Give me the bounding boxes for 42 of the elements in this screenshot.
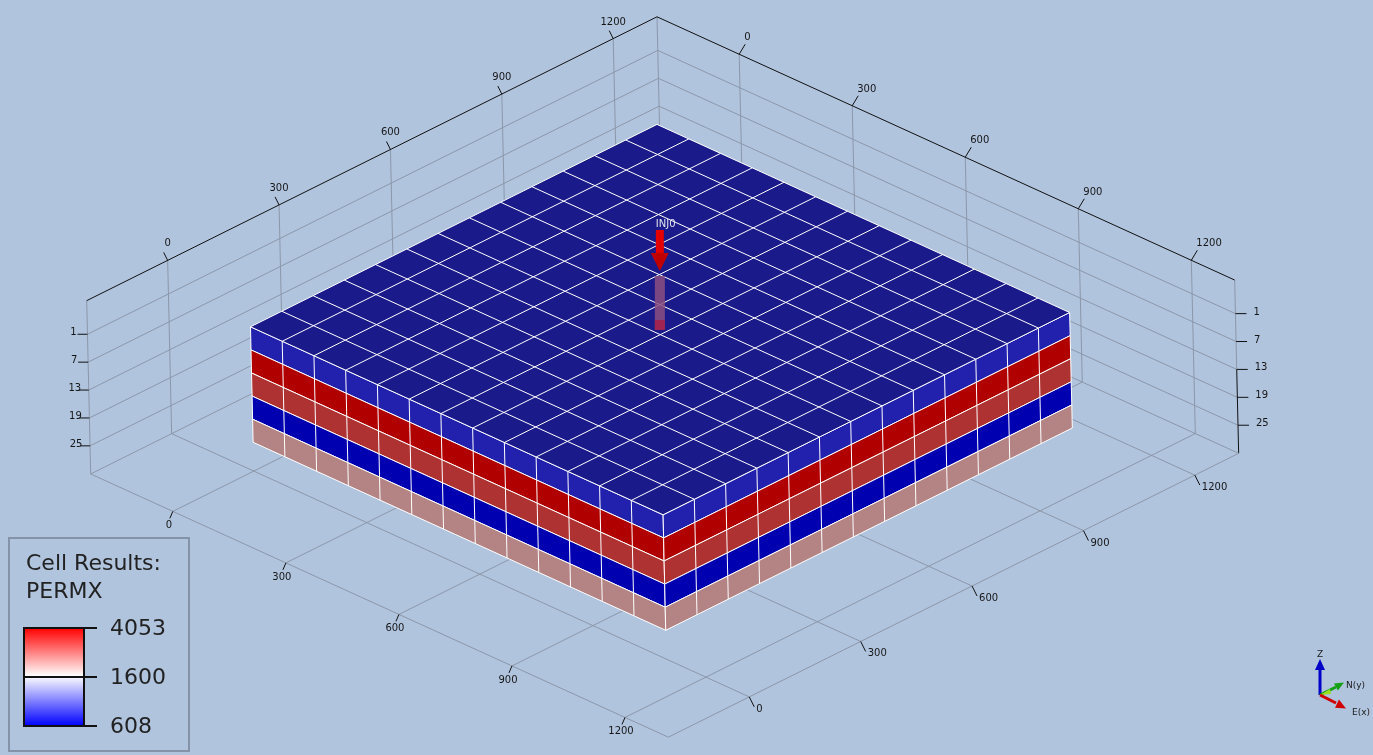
layer-tick-label: 19 [1255, 389, 1269, 401]
axis-tick-label: 600 [970, 134, 990, 146]
axis-tick-label: 0 [164, 237, 171, 249]
axis-tick-label: 300 [272, 570, 292, 582]
axis-tick-label: 900 [492, 71, 512, 83]
axis-north-label: N(y) [1346, 680, 1366, 690]
axis-tick-label: 900 [1090, 536, 1110, 548]
axis-tick-label: 900 [1083, 185, 1103, 197]
axis-tick-label: 900 [498, 673, 518, 685]
legend-title: Cell Results: [26, 549, 161, 577]
axis-tick-label: 0 [744, 31, 751, 43]
axis-tick-label: 1200 [600, 15, 626, 27]
legend-property: PERMX [26, 577, 103, 605]
axis-tick-label: 300 [867, 647, 887, 659]
axis-tick-label: 600 [979, 592, 999, 603]
layer-tick-label: 25 [1256, 417, 1269, 429]
axis-east-label: E(x) [1352, 707, 1371, 717]
well-label: INJ0 [655, 217, 676, 229]
pipe-icon [654, 275, 665, 330]
layer-tick-label: 7 [70, 354, 78, 366]
axis-tick-label: 0 [756, 702, 763, 714]
scale-value-label: 4053 [110, 615, 166, 641]
axis-z-label: Z [1316, 649, 1324, 659]
layer-tick-label: 1 [70, 326, 77, 338]
layer-tick-label: 25 [69, 437, 83, 449]
axis-tick-label: 300 [269, 181, 289, 193]
axis-tick-label: 600 [380, 126, 400, 138]
axis-tick-label: 300 [857, 82, 877, 94]
layer-tick-label: 19 [69, 409, 82, 421]
axis-tick-label: 1200 [608, 725, 634, 737]
layer-tick-label: 7 [1254, 333, 1261, 345]
scale-value-label: 608 [110, 713, 153, 739]
layer-tick-label: 13 [68, 382, 82, 394]
axis-triad-icon [1315, 659, 1346, 709]
axis-tick-label: 600 [385, 622, 405, 634]
axis-tick-label: 0 [165, 519, 173, 531]
axis-tick-label: 1200 [1196, 237, 1222, 249]
layer-tick-label: 13 [1254, 361, 1268, 373]
layer-tick-label: 1 [1253, 305, 1260, 317]
down-arrow-icon [650, 229, 669, 271]
scale-value-label: 1600 [110, 664, 166, 690]
axis-tick-label: 1200 [1201, 481, 1228, 493]
